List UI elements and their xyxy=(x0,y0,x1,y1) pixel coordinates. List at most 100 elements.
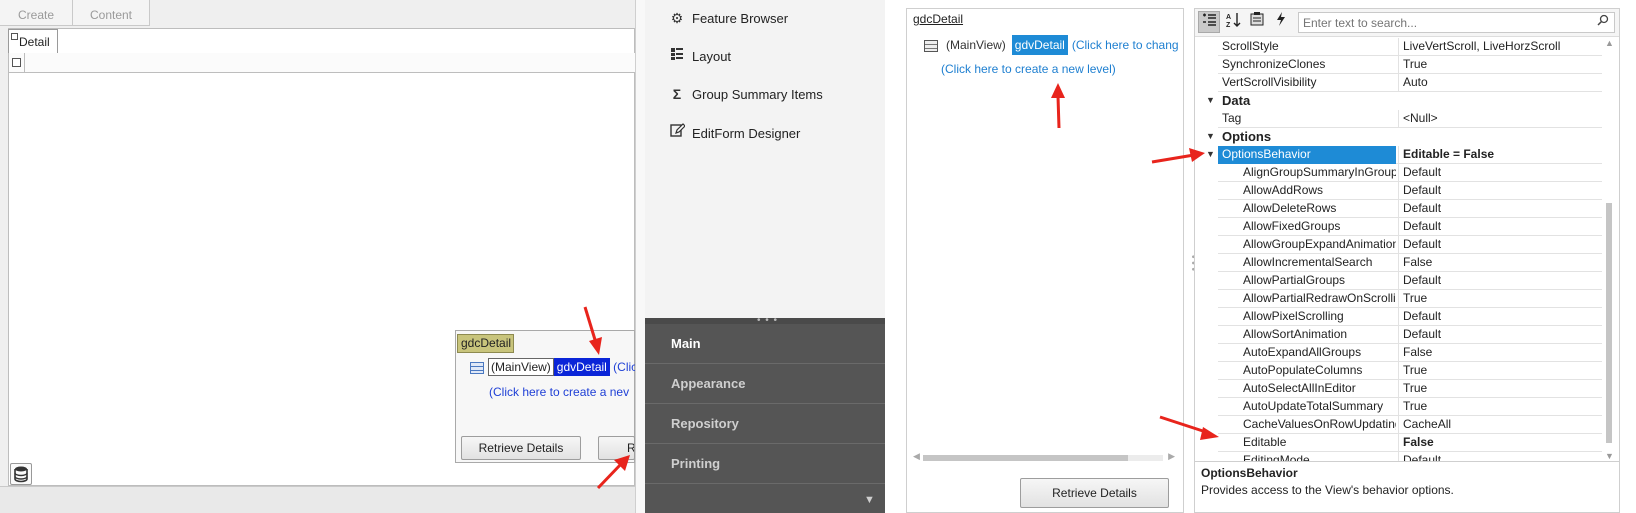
row-gutter xyxy=(1195,272,1218,290)
property-row[interactable]: AutoExpandAllGroups False xyxy=(1195,344,1602,362)
property-row[interactable]: AllowPartialRedrawOnScrolling True xyxy=(1195,290,1602,308)
nav-item-feature-browser[interactable]: ⚙ Feature Browser xyxy=(668,6,788,30)
property-value[interactable]: Default xyxy=(1398,326,1597,344)
gear-icon: ⚙ xyxy=(670,10,684,26)
property-row[interactable]: ▼ OptionsBehavior Editable = False xyxy=(1195,146,1602,164)
property-value[interactable]: False xyxy=(1398,434,1597,452)
horizontal-scrollbar[interactable]: ◀ ▶ xyxy=(913,451,1175,462)
tab-create[interactable]: Create xyxy=(0,0,73,26)
property-category[interactable]: ▼ Options xyxy=(1195,128,1602,146)
property-value[interactable]: True xyxy=(1398,362,1597,380)
property-search-input[interactable] xyxy=(1298,12,1615,33)
nav-item-group-summary-items[interactable]: Σ Group Summary Items xyxy=(668,82,823,106)
mini-mainview-label[interactable]: (MainView) xyxy=(488,358,554,376)
tab-detail[interactable]: Detail xyxy=(8,29,58,53)
property-value[interactable]: False xyxy=(1398,344,1597,362)
property-category[interactable]: ▼ Data xyxy=(1195,92,1602,110)
property-value[interactable]: True xyxy=(1398,56,1597,74)
nav-item-editform-designer[interactable]: EditForm Designer xyxy=(668,121,800,145)
property-row[interactable]: CacheValuesOnRowUpdating CacheAll xyxy=(1195,416,1602,434)
property-row[interactable]: ScrollStyle LiveVertScroll, LiveHorzScrol… xyxy=(1195,38,1602,56)
property-name: AllowIncrementalSearch xyxy=(1243,255,1373,269)
property-name: AutoExpandAllGroups xyxy=(1243,345,1362,359)
property-row[interactable]: AllowDeleteRows Default xyxy=(1195,200,1602,218)
property-value[interactable]: False xyxy=(1398,254,1597,272)
property-value[interactable]: Editable = False xyxy=(1398,146,1597,164)
nav-group-printing[interactable]: Printing xyxy=(645,444,885,484)
chevron-down-icon[interactable]: ▼ xyxy=(864,494,875,506)
scroll-thumb[interactable] xyxy=(923,455,1128,461)
property-row[interactable]: AlignGroupSummaryInGroupRowDefault xyxy=(1195,164,1602,182)
categorized-view-icon[interactable] xyxy=(1198,11,1220,33)
property-row[interactable]: AutoSelectAllInEditor True xyxy=(1195,380,1602,398)
nav-item-layout[interactable]: Layout xyxy=(668,44,731,68)
property-row[interactable]: AllowFixedGroups Default xyxy=(1195,218,1602,236)
scroll-up-icon[interactable]: ▲ xyxy=(1605,38,1614,48)
property-value[interactable]: Default xyxy=(1398,182,1597,200)
scroll-down-icon[interactable]: ▼ xyxy=(1605,451,1614,461)
property-row[interactable]: AllowAddRows Default xyxy=(1195,182,1602,200)
mini-grid-control-label[interactable]: gdcDetail xyxy=(457,334,514,353)
tab-content[interactable]: Content xyxy=(73,0,150,26)
property-value[interactable]: True xyxy=(1398,380,1597,398)
row-gutter xyxy=(1195,254,1218,272)
property-row[interactable]: AutoUpdateTotalSummary True xyxy=(1195,398,1602,416)
property-value[interactable]: Default xyxy=(1398,200,1597,218)
property-row[interactable]: EditingMode Default xyxy=(1195,452,1602,461)
sort-alphabetical-icon[interactable]: AZ xyxy=(1222,11,1244,33)
mini-retrieve-details-button[interactable]: Retrieve Details xyxy=(461,436,581,460)
property-row[interactable]: AutoPopulateColumns True xyxy=(1195,362,1602,380)
property-value[interactable]: Default xyxy=(1398,164,1597,182)
mini-change-view-link[interactable]: (Clic xyxy=(613,360,637,374)
row-gutter xyxy=(1195,434,1218,452)
property-name: EditingMode xyxy=(1243,453,1310,461)
property-row[interactable]: Tag <Null> xyxy=(1195,110,1602,128)
gdv-detail-label[interactable]: gdvDetail xyxy=(1011,35,1068,55)
database-icon[interactable] xyxy=(10,463,32,485)
property-value[interactable]: Default xyxy=(1398,452,1597,461)
retrieve-details-button[interactable]: Retrieve Details xyxy=(1020,478,1169,508)
property-row[interactable]: AllowPixelScrolling Default xyxy=(1195,308,1602,326)
property-value[interactable]: Default xyxy=(1398,218,1597,236)
scroll-thumb[interactable] xyxy=(1606,203,1612,443)
property-row[interactable]: VertScrollVisibility Auto xyxy=(1195,74,1602,92)
mainview-label[interactable]: (MainView) xyxy=(946,38,1006,52)
scroll-right-icon[interactable]: ▶ xyxy=(1168,451,1175,462)
mini-create-level-link[interactable]: (Click here to create a nev xyxy=(489,385,629,399)
nav-group-repository[interactable]: Repository xyxy=(645,404,885,444)
property-row[interactable]: SynchronizeClones True xyxy=(1195,56,1602,74)
property-row[interactable]: Editable False xyxy=(1195,434,1602,452)
property-value[interactable]: CacheAll xyxy=(1398,416,1597,434)
expand-icon[interactable] xyxy=(12,58,21,67)
property-value[interactable]: LiveVertScroll, LiveHorzScroll xyxy=(1398,38,1597,56)
property-pages-icon[interactable] xyxy=(1246,11,1268,33)
property-value[interactable]: True xyxy=(1398,398,1597,416)
edit-form-icon xyxy=(668,121,686,145)
expand-icon xyxy=(11,33,18,40)
collapse-icon[interactable]: ▼ xyxy=(1206,146,1215,163)
property-value[interactable]: Default xyxy=(1398,308,1597,326)
events-lightning-icon[interactable] xyxy=(1270,11,1292,33)
row-gutter xyxy=(1195,182,1218,200)
property-row[interactable]: AllowIncrementalSearch False xyxy=(1195,254,1602,272)
property-value[interactable]: <Null> xyxy=(1398,110,1597,128)
property-row[interactable]: AllowPartialGroups Default xyxy=(1195,272,1602,290)
change-view-link[interactable]: (Click here to chang xyxy=(1072,38,1179,52)
grid-view-icon xyxy=(924,39,938,52)
property-value[interactable]: Auto xyxy=(1398,74,1597,92)
mini-gdv-label[interactable]: gdvDetail xyxy=(553,358,610,376)
vertical-scrollbar[interactable]: ▲ ▼ xyxy=(1604,38,1616,461)
nav-group-main[interactable]: Main xyxy=(645,324,885,364)
collapse-icon[interactable]: ▼ xyxy=(1206,92,1215,109)
property-value[interactable]: True xyxy=(1398,290,1597,308)
nav-group-appearance[interactable]: Appearance xyxy=(645,364,885,404)
scroll-left-icon[interactable]: ◀ xyxy=(913,451,920,462)
create-new-level-link[interactable]: (Click here to create a new level) xyxy=(941,62,1116,76)
property-value[interactable]: Default xyxy=(1398,272,1597,290)
property-value[interactable]: Default xyxy=(1398,236,1597,254)
property-row[interactable]: AllowSortAnimation Default xyxy=(1195,326,1602,344)
mini-second-button[interactable]: R xyxy=(598,436,635,460)
property-row[interactable]: AllowGroupExpandAnimation Default xyxy=(1195,236,1602,254)
grid-control-label[interactable]: gdcDetail xyxy=(913,12,963,26)
collapse-icon[interactable]: ▼ xyxy=(1206,128,1215,145)
